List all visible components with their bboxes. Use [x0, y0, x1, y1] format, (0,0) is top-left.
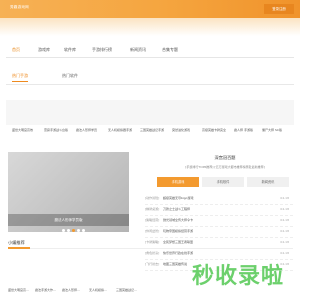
list-item-date: 04-18 — [280, 229, 289, 233]
nav-item-rankings[interactable]: 手游排行榜 — [92, 47, 112, 53]
grid-item[interactable]: 三国英雄战记手游 — [140, 128, 164, 132]
tab-content-area — [6, 100, 294, 125]
grid-item[interactable]: 僵尸大师 SC版 — [262, 128, 282, 132]
tab-hot-games[interactable]: 热门手游 — [12, 73, 28, 82]
slider-dot[interactable] — [82, 229, 85, 232]
panel-subtitle: [手游排行TOP6推荐] [亿万游戏大都市推荐榜奔赴最新推荐] — [185, 165, 265, 169]
recommend-list: 盛世大明宫高... 魔法手游大作... 魔法人形师... 无人机模拟... 三国… — [8, 288, 148, 296]
list-item-date: 04-18 — [280, 240, 289, 244]
content-tabs: 热门手游 热门软件 — [6, 70, 294, 85]
section-title: 小编推荐 — [8, 240, 25, 245]
header-fade — [0, 18, 300, 36]
nav-item-home[interactable]: 首页 — [12, 47, 20, 53]
section-divider — [8, 248, 293, 249]
list-item-title[interactable]: 玩物帝国模拟经营手游 — [163, 229, 193, 233]
list-item-title[interactable]: 刀锋之士战斗工程师 — [163, 207, 190, 211]
tab-mobile-games[interactable]: 手机游戏 — [157, 177, 199, 187]
panel-title[interactable]: 深宫冠百题 — [180, 155, 270, 161]
list-item-title[interactable]: 超级英雄无尽bigo游戏 — [163, 196, 193, 200]
list-item-date: 04-18 — [280, 207, 289, 211]
grid-item[interactable]: 魔人师 手游版 — [234, 128, 253, 132]
list-item-category: [飞行射击] — [145, 262, 160, 266]
panel-tabs: 手机游戏 手机软件 新闻资讯 — [157, 177, 290, 187]
nav-item-games[interactable]: 游戏库 — [38, 47, 50, 53]
list-item-date: 04-18 — [280, 251, 289, 255]
slider-dot-active[interactable] — [72, 229, 75, 232]
top-header-bar — [0, 0, 300, 18]
grid-item[interactable]: 高级英雄卡牌完全 — [202, 128, 226, 132]
list-item-category: [动作冒险] — [145, 196, 160, 200]
list-item-category: [卡牌策略] — [145, 240, 160, 244]
section-accent-bar — [8, 247, 30, 249]
list-item-category: [休闲益智] — [145, 229, 160, 233]
nav-item-news[interactable]: 新闻资讯 — [130, 47, 146, 53]
list-item[interactable]: [动作冒险] 超级英雄无尽bigo游戏 04-18 — [145, 194, 293, 205]
slider-caption[interactable]: 魔法人形师学员版 — [8, 214, 129, 226]
list-item-category: [策略经营] — [145, 218, 160, 222]
tab-hot-software[interactable]: 热门软件 — [62, 73, 78, 79]
list-item-title[interactable]: 地图三国英雄传说 — [163, 262, 187, 266]
tab-mobile-software[interactable]: 手机软件 — [202, 177, 244, 187]
main-nav: 首页 游戏库 软件库 手游排行榜 新闻资讯 合集专题 — [6, 44, 294, 58]
recommend-item[interactable]: 魔法人形师... — [62, 288, 80, 292]
list-item-category: [棋牌桌游] — [145, 207, 160, 211]
site-logo[interactable]: 秀趣游戏网 — [10, 5, 29, 10]
list-item-title[interactable]: 全民梦想三国王者联盟 — [163, 240, 193, 244]
nav-item-software[interactable]: 软件库 — [64, 47, 76, 53]
list-item-date: 04-18 — [280, 196, 289, 200]
list-item[interactable]: [策略经营] 微光领域全传大师令卡 04-18 — [145, 216, 293, 227]
tab-news[interactable]: 新闻资讯 — [247, 177, 289, 187]
login-button[interactable]: 登录注册 — [264, 4, 294, 14]
slider-dot[interactable] — [62, 229, 65, 232]
grid-item[interactable]: 盛世大明宫高效 — [12, 128, 33, 132]
recommend-item[interactable]: 盛世大明宫高... — [8, 288, 29, 292]
slider-dot[interactable] — [67, 229, 70, 232]
list-item-date: 04-18 — [280, 218, 289, 222]
list-item[interactable]: [棋牌桌游] 刀锋之士战斗工程师 04-18 — [145, 205, 293, 216]
nav-item-topics[interactable]: 合集专题 — [162, 47, 178, 53]
list-item-title[interactable]: 微光领域全传大师令卡 — [163, 218, 193, 222]
list-item[interactable]: [休闲益智] 玩物帝国模拟经营手游 04-18 — [145, 227, 293, 238]
grid-item[interactable]: 突然进化游戏 — [172, 128, 190, 132]
recommend-item[interactable]: 无人机模拟... — [89, 288, 107, 292]
watermark-text: 秒收录啦 — [192, 264, 285, 289]
list-item-title[interactable]: 快乐世界行政在线手游 — [163, 251, 193, 255]
grid-item[interactable]: 无人机模拟器手游 — [108, 128, 132, 132]
grid-item[interactable]: 魔法人形师学员 — [76, 128, 97, 132]
list-item-category: [角色扮演] — [145, 251, 160, 255]
slider-dot[interactable] — [77, 229, 80, 232]
recommend-item[interactable]: 三国英雄战记... — [116, 288, 137, 292]
recommend-item[interactable]: 魔法手游大作... — [35, 288, 56, 292]
grid-item[interactable]: 雷霆手游战斗台版 — [44, 128, 68, 132]
